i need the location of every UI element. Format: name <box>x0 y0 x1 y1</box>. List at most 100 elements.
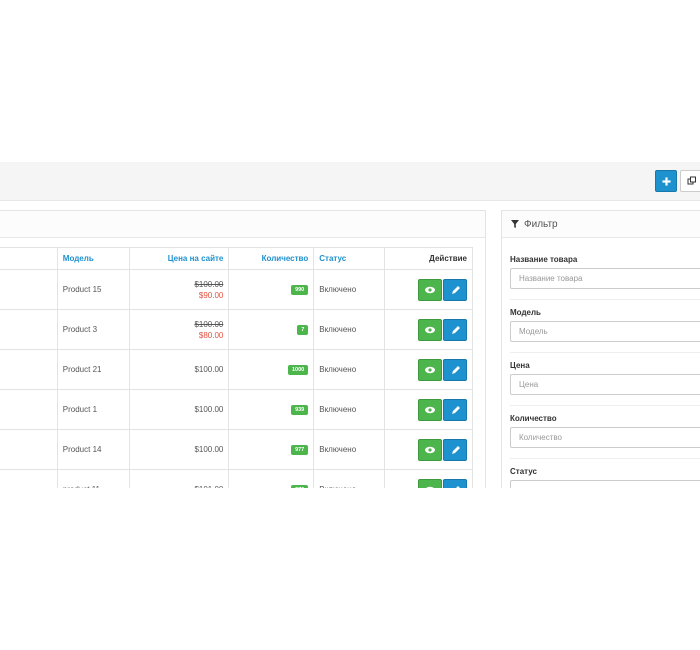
status-cell: Включено <box>313 309 386 350</box>
model-cell: Product 3 <box>56 309 130 350</box>
view-product-button[interactable] <box>418 318 442 341</box>
quantity-badge: 970 <box>291 485 309 488</box>
filter-title: Фильтр <box>524 218 558 230</box>
eye-icon <box>425 406 435 413</box>
table-row: Product 1 $100.00 939 Включено <box>0 389 473 430</box>
model-value: product 11 <box>63 485 100 488</box>
filter-status-select[interactable] <box>510 480 700 488</box>
table-header-row: Модель Цена на сайте Количество Статус Д… <box>0 247 473 270</box>
old-price: $100.00 <box>194 279 224 289</box>
action-cell <box>384 309 473 350</box>
quantity-badge: 990 <box>291 285 309 295</box>
copy-icon <box>687 176 696 185</box>
product-list-panel-heading <box>0 211 485 238</box>
status-cell: Включено <box>313 349 386 390</box>
edit-product-button[interactable] <box>443 398 467 421</box>
filter-model-group: Модель <box>510 308 700 342</box>
price-cell: $100.00 <box>128 389 230 430</box>
filter-price-input[interactable] <box>510 374 700 395</box>
filter-price-label: Цена <box>510 361 530 370</box>
product-image-cell <box>0 269 58 310</box>
view-product-button[interactable] <box>418 398 442 421</box>
status-cell: Включено <box>313 269 386 310</box>
edit-product-button[interactable] <box>443 358 467 381</box>
edit-product-button[interactable] <box>443 438 467 461</box>
eye-icon <box>425 326 435 333</box>
copy-product-button[interactable] <box>680 170 700 192</box>
filter-model-input[interactable] <box>510 321 700 342</box>
filter-name-input[interactable] <box>510 268 700 289</box>
eye-icon <box>425 446 435 453</box>
filter-panel-heading: Фильтр <box>502 211 700 238</box>
product-image-cell <box>0 389 58 430</box>
pencil-icon <box>452 285 460 294</box>
quantity-badge: 7 <box>297 325 309 335</box>
filter-icon <box>511 220 519 228</box>
table-row: Product 21 $100.00 1000 Включено <box>0 349 473 390</box>
price-cell: $100.00 $90.00 <box>128 269 230 310</box>
status-value: Включено <box>319 285 357 294</box>
add-product-button[interactable] <box>655 170 677 192</box>
product-image-cell <box>0 309 58 350</box>
status-value: Включено <box>319 485 356 488</box>
price-column-header[interactable]: Цена на сайте <box>128 247 230 270</box>
model-cell: Product 15 <box>56 269 130 310</box>
table-row: Product 14 $100.00 977 Включено <box>0 429 473 470</box>
table-row: Product 15 $100.00 $90.00 990 Включено <box>0 269 473 310</box>
price-cell: $100.00 $80.00 <box>128 309 230 350</box>
model-cell: Product 14 <box>56 429 130 470</box>
quantity-badge: 1000 <box>288 365 309 375</box>
view-product-button[interactable] <box>418 278 442 301</box>
special-price: $80.00 <box>198 330 224 340</box>
plus-icon <box>661 176 671 186</box>
action-cell <box>384 429 473 470</box>
price-value: $100.00 <box>194 365 224 374</box>
view-product-button[interactable] <box>418 438 442 461</box>
model-cell: product 11 <box>56 469 130 488</box>
quantity-badge: 939 <box>291 405 309 415</box>
pencil-icon <box>455 485 460 488</box>
edit-product-button[interactable] <box>443 478 467 488</box>
product-image-cell <box>0 469 58 488</box>
eye-icon <box>425 486 435 488</box>
price-cell: $101.00 <box>128 469 230 488</box>
filter-divider <box>510 299 700 300</box>
old-price: $100.00 <box>194 319 224 329</box>
filter-price-group: Цена <box>510 361 700 395</box>
filter-status-label: Статус <box>510 467 537 476</box>
product-image-cell <box>0 349 58 390</box>
quantity-column-header[interactable]: Количество <box>228 247 315 270</box>
filter-quantity-input[interactable] <box>510 427 700 448</box>
status-column-header[interactable]: Статус <box>313 247 386 270</box>
filter-name-label: Название товара <box>510 255 578 264</box>
model-cell: Product 1 <box>56 389 130 430</box>
filter-quantity-group: Количество <box>510 414 700 448</box>
view-product-button[interactable] <box>418 358 442 381</box>
status-value: Включено <box>319 445 357 454</box>
action-cell <box>384 269 473 310</box>
filter-divider <box>510 405 700 406</box>
pencil-icon <box>452 445 460 454</box>
quantity-cell: 1000 <box>228 349 315 390</box>
page-header <box>0 162 700 201</box>
edit-product-button[interactable] <box>443 278 467 301</box>
eye-icon <box>425 366 435 373</box>
quantity-badge: 977 <box>291 445 309 455</box>
action-cell <box>384 469 473 488</box>
view-product-button[interactable] <box>418 478 442 488</box>
action-cell <box>384 349 473 390</box>
product-list-panel: Модель Цена на сайте Количество Статус Д… <box>0 210 486 488</box>
table-row: Product 3 $100.00 $80.00 7 Включено <box>0 309 473 350</box>
model-column-header[interactable]: Модель <box>56 247 130 270</box>
price-value: $101.00 <box>194 485 223 488</box>
filter-divider <box>510 352 700 353</box>
pencil-icon <box>452 405 460 414</box>
table-row: product 11 $101.00 970 Включено <box>0 469 473 488</box>
quantity-cell: 970 <box>228 469 315 488</box>
status-cell: Включено <box>313 429 386 470</box>
edit-product-button[interactable] <box>443 318 467 341</box>
model-value: Product 3 <box>62 325 98 334</box>
filter-divider <box>510 458 700 459</box>
special-price: $90.00 <box>198 290 224 300</box>
filter-status-group: Статус <box>510 467 700 488</box>
